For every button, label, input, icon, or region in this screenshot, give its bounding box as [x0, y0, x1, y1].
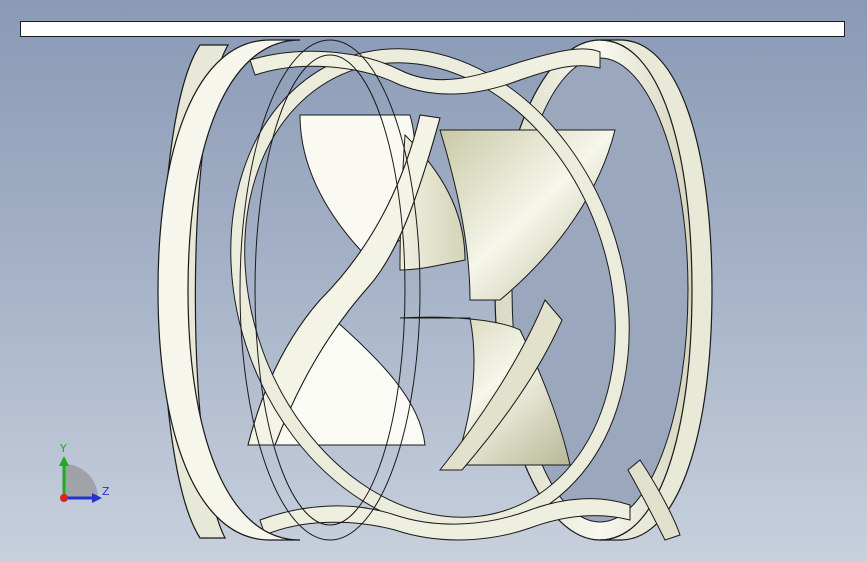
3d-model-view[interactable] — [0, 0, 867, 562]
z-axis-label: Z — [102, 485, 110, 498]
graphics-viewport[interactable]: Y Z — [0, 0, 867, 562]
y-axis-arrow-icon — [59, 456, 69, 466]
y-axis-label: Y — [60, 442, 67, 455]
origin-dot-icon — [60, 494, 68, 502]
triad-quadrant — [64, 464, 98, 498]
coordinate-triad[interactable]: Y Z — [52, 440, 122, 510]
